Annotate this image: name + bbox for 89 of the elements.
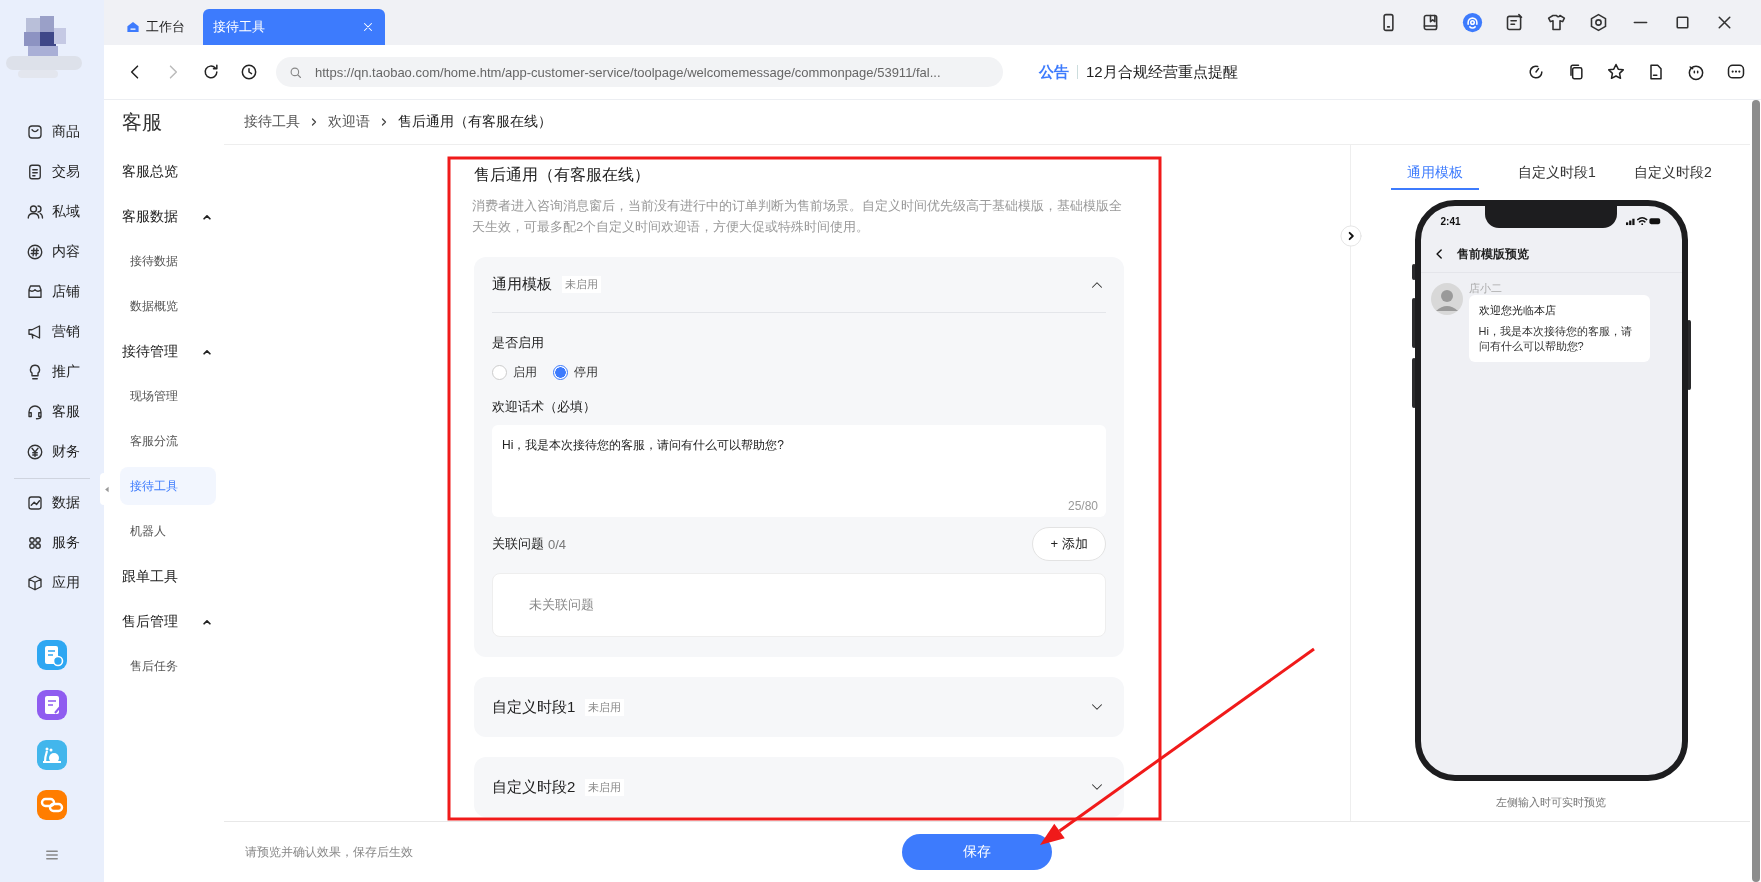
preview-tab[interactable]: 通用模板 bbox=[1391, 157, 1479, 190]
chat-icon[interactable] bbox=[1726, 62, 1746, 82]
preview-caption: 左侧输入时可实时预览 bbox=[1496, 795, 1606, 810]
people-icon bbox=[26, 203, 44, 221]
star-icon[interactable] bbox=[1606, 62, 1626, 82]
field-label: 关联问题 bbox=[492, 535, 544, 553]
hexagon-icon[interactable] bbox=[1588, 12, 1609, 33]
nav-group-item[interactable]: 客服数据 bbox=[122, 194, 218, 239]
tshirt-icon[interactable] bbox=[1546, 12, 1567, 33]
radio-label[interactable]: 停用 bbox=[574, 363, 598, 381]
radio-label[interactable]: 启用 bbox=[513, 363, 537, 381]
footer-hint: 请预览并确认效果，保存后生效 bbox=[245, 843, 413, 861]
section-title: 客服 bbox=[122, 109, 163, 135]
address-field[interactable]: https://qn.taobao.com/home.htm/app-customer-service/toolpage/welcomemessage/commonpage/53911/fal... bbox=[276, 57, 1003, 87]
status-tag: 未启用 bbox=[585, 698, 625, 716]
nav-group-item[interactable]: 接待管理 bbox=[122, 329, 218, 374]
panel-title: 自定义时段2 bbox=[492, 777, 576, 797]
notice-tag: 公告 bbox=[1039, 62, 1069, 82]
panel-title: 自定义时段1 bbox=[492, 697, 576, 717]
character-counter: 25/80 bbox=[1067, 499, 1098, 513]
nav-item[interactable]: 服务 bbox=[22, 527, 96, 559]
nav-item[interactable]: 商品 bbox=[22, 116, 96, 148]
link-app-icon[interactable] bbox=[37, 790, 67, 820]
yen-icon bbox=[26, 443, 44, 461]
bag-icon bbox=[26, 123, 44, 141]
field-label: 是否启用 bbox=[492, 334, 545, 352]
nav-item[interactable]: 应用 bbox=[22, 567, 96, 599]
avatar-icon bbox=[1430, 283, 1463, 315]
save-button[interactable]: 保存 bbox=[902, 834, 1052, 870]
nav-item[interactable]: 内容 bbox=[22, 236, 96, 268]
hash-icon bbox=[26, 243, 44, 261]
nav-item[interactable]: 营销 bbox=[22, 316, 96, 348]
grid-icon bbox=[26, 534, 44, 552]
nav-item[interactable]: 售后任务 bbox=[120, 647, 216, 685]
breadcrumb-link[interactable]: 欢迎语 bbox=[328, 113, 370, 131]
nav-item[interactable]: 机器人 bbox=[120, 512, 216, 550]
chart-icon bbox=[26, 494, 44, 512]
nav-item[interactable]: 接待工具 bbox=[120, 467, 216, 505]
form-title: 售后通用（有客服在线） bbox=[474, 165, 651, 185]
status-icons bbox=[1625, 216, 1662, 226]
triangle-left-icon bbox=[102, 484, 110, 494]
nav-item[interactable]: 数据 bbox=[22, 487, 96, 519]
nav-item[interactable]: 店铺 bbox=[22, 276, 96, 308]
browser-tab[interactable]: 接待工具 bbox=[203, 9, 385, 45]
preview-tab[interactable]: 自定义时段1 bbox=[1519, 157, 1595, 190]
empty-hint: 未关联问题 bbox=[529, 596, 594, 614]
document-app-icon[interactable] bbox=[37, 640, 67, 670]
headset-icon[interactable] bbox=[1462, 12, 1483, 33]
nav-group-item[interactable]: 客服总览 bbox=[122, 149, 218, 194]
add-button[interactable]: + 添加 bbox=[1032, 527, 1106, 561]
bubble-text: Hi，我是本次接待您的客服，请问有什么可以帮助您? bbox=[1478, 324, 1633, 354]
status-time: 2:41 bbox=[1440, 215, 1461, 227]
question-count: 0/4 bbox=[548, 536, 567, 552]
nav-item[interactable]: 现场管理 bbox=[120, 377, 216, 415]
form-description: 消费者进入咨询消息窗后，当前没有进行中的订单判断为售前场景。自定义时间优先级高于基础模版，基础模版全天生效，可最多配2个自定义时间欢迎语，方便大促或特殊时间使用。 bbox=[472, 197, 1123, 236]
status-tag: 未启用 bbox=[585, 778, 625, 796]
history-icon[interactable] bbox=[239, 62, 259, 82]
nav-group-item[interactable]: 售后管理 bbox=[122, 599, 218, 644]
scrollbar[interactable] bbox=[1752, 100, 1760, 882]
panel-title: 通用模板 bbox=[492, 275, 552, 294]
face-icon[interactable] bbox=[1686, 62, 1706, 82]
nav-item[interactable]: 推广 bbox=[22, 356, 96, 388]
receipt-icon bbox=[26, 163, 44, 181]
edit-icon[interactable] bbox=[1504, 12, 1525, 33]
nav-item[interactable]: 交易 bbox=[22, 156, 96, 188]
headset-icon bbox=[26, 403, 44, 421]
browser-tab[interactable]: 工作台 bbox=[116, 9, 195, 45]
chevron-right-icon[interactable] bbox=[1340, 225, 1362, 247]
home-icon bbox=[126, 20, 140, 34]
notice-link[interactable]: 12月合规经营重点提醒 bbox=[1086, 62, 1238, 82]
status-tag: 未启用 bbox=[562, 276, 601, 293]
nav-item[interactable]: 客服分流 bbox=[120, 422, 216, 460]
nav-item[interactable]: 数据概览 bbox=[120, 287, 216, 325]
breadcrumb-link[interactable]: 接待工具 bbox=[244, 113, 300, 131]
nav-group-item[interactable]: 跟单工具 bbox=[122, 554, 218, 599]
nav-item[interactable]: 私域 bbox=[22, 196, 96, 228]
sender-name: 店小二 bbox=[1468, 281, 1503, 295]
nav-item[interactable]: 客服 bbox=[22, 396, 96, 428]
screen-title: 售前模版预览 bbox=[1456, 245, 1529, 263]
note-app-icon[interactable] bbox=[37, 690, 67, 720]
cube-icon bbox=[26, 574, 44, 592]
store-icon bbox=[26, 283, 44, 301]
field-label: 欢迎话术（必填） bbox=[492, 398, 597, 416]
radio-button[interactable] bbox=[553, 364, 568, 380]
bubble-title: 欢迎您光临本店 bbox=[1478, 303, 1557, 318]
nav-item[interactable]: 接待数据 bbox=[120, 242, 216, 280]
radio-button[interactable] bbox=[492, 364, 507, 380]
preview-tab[interactable]: 自定义时段2 bbox=[1635, 157, 1711, 190]
nav-item[interactable]: 财务 bbox=[22, 436, 96, 468]
